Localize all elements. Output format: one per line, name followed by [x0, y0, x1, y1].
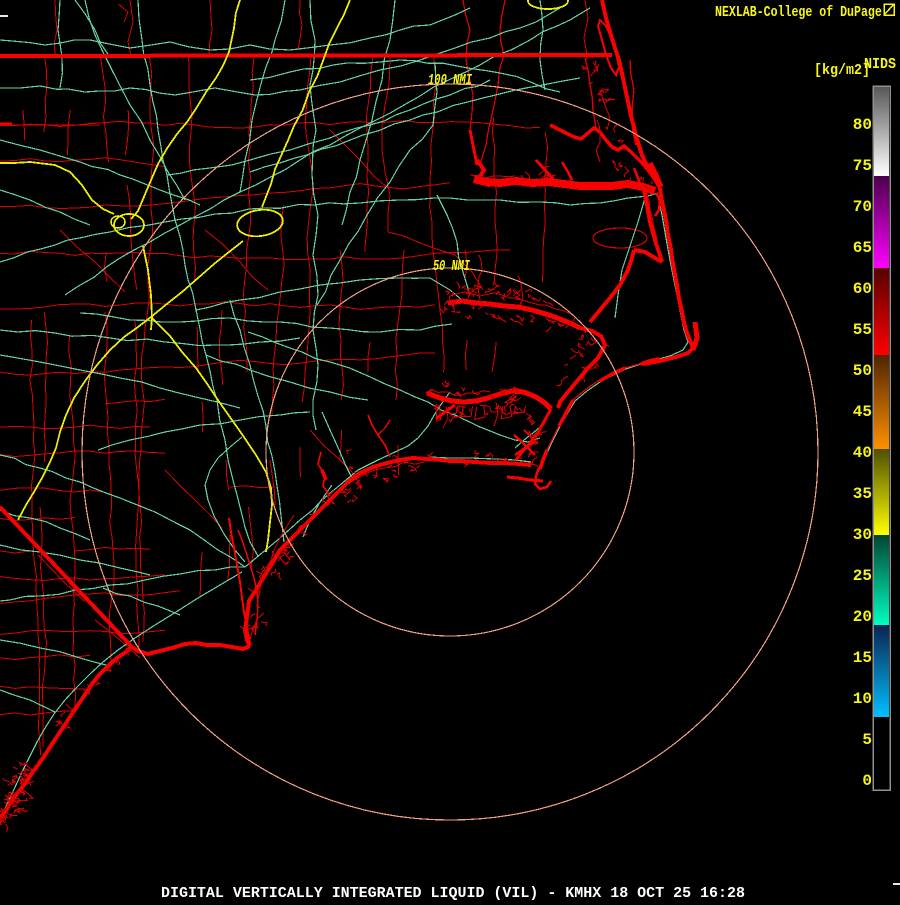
svg-text:NEXLAB-College of DuPage: NEXLAB-College of DuPage: [715, 5, 882, 22]
svg-text:25: 25: [853, 567, 872, 585]
svg-text:65: 65: [853, 239, 872, 257]
svg-text:10: 10: [853, 690, 872, 708]
svg-text:100 NMI: 100 NMI: [428, 73, 472, 89]
svg-text:70: 70: [853, 198, 872, 216]
svg-text:0: 0: [862, 772, 872, 790]
svg-text:DIGITAL VERTICALLY INTEGRATED: DIGITAL VERTICALLY INTEGRATED LIQUID (VI…: [161, 885, 745, 900]
svg-text:50: 50: [853, 362, 872, 380]
svg-text:55: 55: [853, 321, 872, 339]
svg-text:35: 35: [853, 485, 872, 503]
svg-text:80: 80: [853, 116, 872, 134]
svg-text:20: 20: [853, 608, 872, 626]
svg-text:40: 40: [853, 444, 872, 462]
svg-text:50 NMI: 50 NMI: [433, 259, 470, 275]
svg-text:75: 75: [853, 157, 872, 175]
svg-text:5: 5: [862, 731, 872, 749]
svg-text:[kg/m2]: [kg/m2]: [814, 62, 870, 79]
svg-text:30: 30: [853, 526, 872, 544]
svg-text:60: 60: [853, 280, 872, 298]
svg-text:45: 45: [853, 403, 872, 421]
svg-text:15: 15: [853, 649, 872, 667]
